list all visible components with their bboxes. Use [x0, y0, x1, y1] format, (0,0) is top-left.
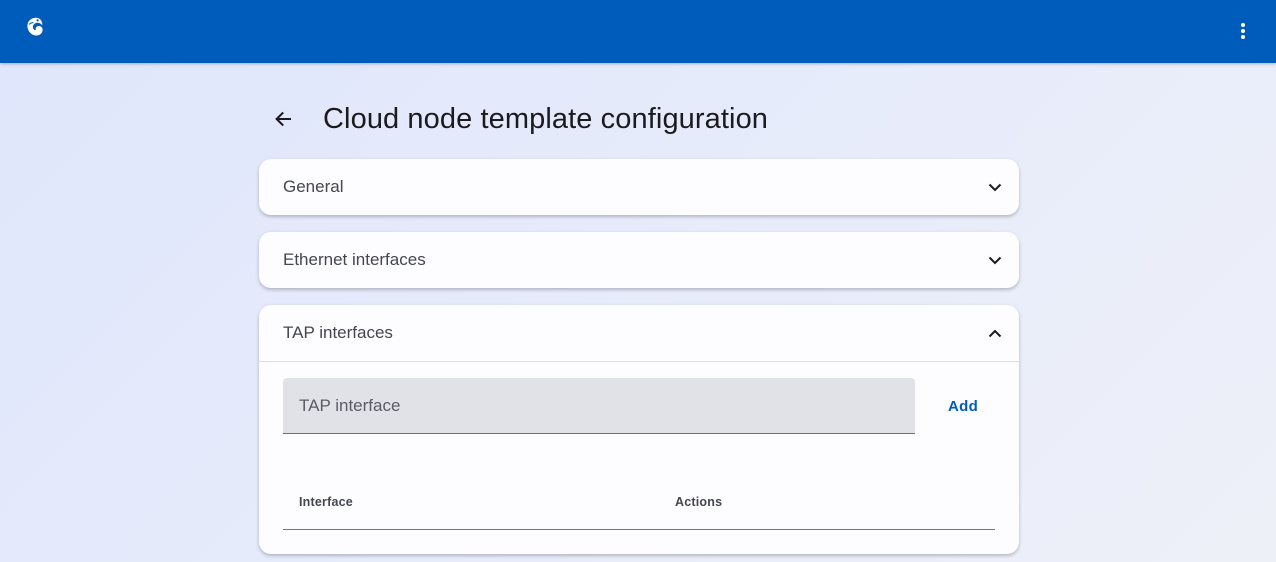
- panel-general: General: [259, 159, 1019, 215]
- panel-ethernet-interfaces-title: Ethernet interfaces: [283, 250, 426, 269]
- column-header-interface: Interface: [299, 495, 353, 509]
- tap-interface-input[interactable]: [283, 378, 915, 433]
- more-vertical-icon[interactable]: [1228, 16, 1258, 46]
- chevron-down-icon: [983, 175, 1007, 199]
- gns3-chameleon-logo-icon[interactable]: [22, 14, 48, 40]
- panel-tap-interfaces-header[interactable]: TAP interfaces: [259, 305, 1019, 361]
- panel-general-header[interactable]: General: [259, 159, 1019, 215]
- panel-ethernet-interfaces: Ethernet interfaces: [259, 232, 1019, 288]
- add-tap-interface-button[interactable]: Add: [935, 390, 991, 422]
- arrow-back-icon[interactable]: [267, 103, 299, 135]
- tap-interfaces-body: Add Interface Actions: [259, 362, 1019, 554]
- tap-interface-field: [283, 378, 915, 434]
- chevron-down-icon: [983, 248, 1007, 272]
- panel-tap-interfaces-title: TAP interfaces: [283, 323, 393, 342]
- chevron-up-icon: [983, 321, 1007, 345]
- column-header-actions: Actions: [675, 495, 723, 509]
- panel-general-title: General: [283, 177, 344, 196]
- panel-ethernet-interfaces-header[interactable]: Ethernet interfaces: [259, 232, 1019, 288]
- top-app-bar: [0, 0, 1276, 63]
- panel-tap-interfaces: TAP interfaces Add Interface Actions: [259, 305, 1019, 554]
- page-title: Cloud node template configuration: [323, 103, 769, 135]
- tap-interfaces-table: Interface Actions: [283, 474, 995, 530]
